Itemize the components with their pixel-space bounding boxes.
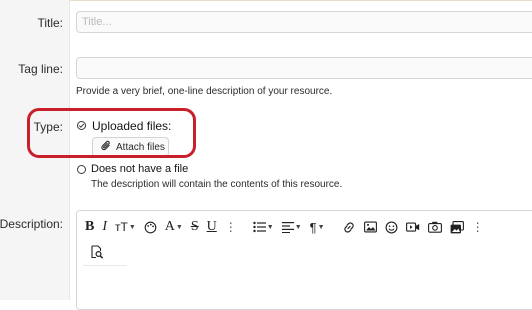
chevron-down-icon: ▼ [128,223,136,231]
description-editor[interactable]: B I тT ▼ A ▼ S U ⋮ ▼ ▼ ¶ ▼ ⋮ [76,210,532,310]
title-input[interactable] [76,11,532,33]
editor-toolbar-row-2 [90,244,112,260]
radio-checked-icon[interactable] [77,121,86,130]
preview-button[interactable] [90,244,104,260]
strikethrough-button[interactable]: S [191,219,199,235]
no-file-label: Does not have a file [91,163,189,175]
gallery-icon [450,220,464,234]
more-options-icon[interactable]: ⋮ [472,219,484,235]
attach-files-label: Attach files [116,141,165,153]
paragraph-button[interactable]: ¶ ▼ [310,219,325,235]
text-size-icon: тT [115,220,128,234]
preview-document-icon [90,245,104,259]
camera-button[interactable] [427,219,442,235]
chevron-down-icon: ▼ [317,223,325,231]
no-file-hint: The description will contain the content… [91,179,343,190]
radio-unchecked-icon[interactable] [77,165,86,174]
italic-button[interactable]: I [102,219,107,235]
toolbar-divider [83,265,127,266]
labels-column [0,0,70,300]
tagline-input[interactable] [76,57,532,79]
chevron-down-icon: ▼ [294,223,302,231]
align-left-icon [281,221,294,233]
link-button[interactable] [342,219,356,235]
link-icon [342,221,356,233]
font-family-button[interactable]: A ▼ [165,219,183,235]
image-icon [363,221,377,233]
attach-files-button[interactable]: Attach files [92,137,169,157]
chevron-down-icon: ▼ [266,223,274,231]
paperclip-icon [101,140,112,155]
media-button[interactable] [405,219,420,235]
palette-icon [144,221,157,234]
font-family-icon: A [164,219,175,234]
paragraph-icon: ¶ [309,219,317,235]
list-button[interactable]: ▼ [253,219,274,235]
tagline-label: Tag line: [18,62,63,76]
top-border [0,0,532,1]
image-button[interactable] [363,219,377,235]
video-icon [405,221,420,233]
more-formatting-icon[interactable]: ⋮ [225,219,237,235]
tagline-hint: Provide a very brief, one-line descripti… [76,86,333,97]
bold-button[interactable]: B [85,219,94,235]
underline-button[interactable]: U [207,219,217,235]
title-label: Title: [37,16,63,30]
camera-icon [427,221,442,233]
smilie-button[interactable] [385,219,398,235]
text-size-button[interactable]: тT ▼ [115,219,136,235]
editor-toolbar: B I тT ▼ A ▼ S U ⋮ ▼ ▼ ¶ ▼ ⋮ [85,219,491,235]
bulleted-list-icon [253,221,266,233]
gallery-button[interactable] [450,219,464,235]
description-label: Description: [0,217,63,231]
smile-icon [385,221,398,234]
align-button[interactable]: ▼ [281,219,302,235]
uploaded-files-label: Uploaded files: [92,119,172,133]
chevron-down-icon: ▼ [175,223,183,231]
type-label: Type: [33,120,63,134]
color-palette-button[interactable] [144,219,157,235]
